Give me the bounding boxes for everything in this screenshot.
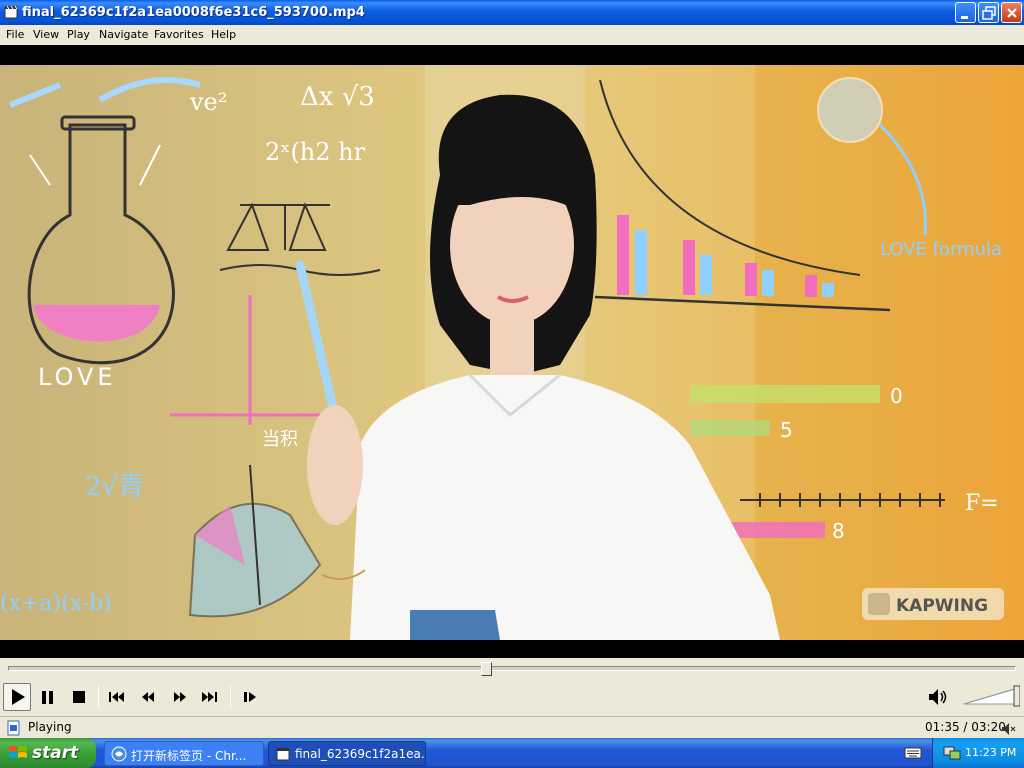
mute-button[interactable] xyxy=(924,683,952,711)
title-bar[interactable]: final_62369c1f2a1ea0008f6e31c6_593700.mp… xyxy=(0,0,1024,25)
pause-icon xyxy=(42,691,53,704)
close-icon xyxy=(1007,8,1017,18)
play-icon xyxy=(12,689,25,705)
close-button[interactable] xyxy=(1001,2,1022,23)
browser-icon xyxy=(111,746,127,762)
seek-bar[interactable] xyxy=(0,658,1024,680)
svg-text:当积: 当积 xyxy=(262,429,298,450)
taskbar-item-label: final_62369c1f2a1ea... xyxy=(295,747,426,761)
control-bar xyxy=(0,680,1024,714)
playback-time: 01:35 / 03:20 xyxy=(925,720,1006,734)
frame-step-icon xyxy=(244,692,256,702)
play-button[interactable] xyxy=(3,683,31,711)
minimize-button[interactable] xyxy=(955,2,976,23)
fast-forward-button[interactable] xyxy=(166,683,194,711)
rewind-icon xyxy=(142,692,154,702)
svg-text:(x+a)(x-b): (x+a)(x-b) xyxy=(0,591,112,616)
scene-text-eight: 8 xyxy=(832,519,845,543)
menu-navigate[interactable]: Navigate xyxy=(99,28,148,41)
restore-icon xyxy=(982,6,996,20)
keyboard-icon[interactable] xyxy=(904,746,922,760)
scene-text-five: 5 xyxy=(780,418,793,442)
status-bar: Playing 01:35 / 03:20 xyxy=(0,716,1024,738)
kapwing-watermark: KAPWING xyxy=(862,588,1004,620)
scene-text-zero: 0 xyxy=(890,384,903,408)
player-window: final_62369c1f2a1ea0008f6e31c6_593700.mp… xyxy=(0,0,1024,738)
seek-track[interactable] xyxy=(8,666,1016,671)
video-frame[interactable]: LOVE ve² 2ˣ(h2 hr Δx √3 当积 2√青 (x+a)(x-b… xyxy=(0,65,1024,640)
start-label: start xyxy=(32,743,79,763)
frame-step-button[interactable] xyxy=(236,683,264,711)
volume-slider[interactable] xyxy=(962,684,1020,708)
taskbar: start 打开新标签页 - Chr... final_62369c1f2a1e… xyxy=(0,738,1024,768)
video-scene: LOVE ve² 2ˣ(h2 hr Δx √3 当积 2√青 (x+a)(x-b… xyxy=(0,65,1004,640)
start-button[interactable]: start xyxy=(0,738,96,768)
pause-button[interactable] xyxy=(34,683,62,711)
scene-formula-2: 2ˣ(h2 hr xyxy=(265,138,366,166)
next-button[interactable] xyxy=(196,683,224,711)
taskbar-item-label: 打开新标签页 - Chr... xyxy=(131,749,247,763)
minimize-icon xyxy=(961,16,968,19)
menu-bar: File View Play Navigate Favorites Help xyxy=(0,25,1024,45)
control-separator xyxy=(230,686,231,708)
rewind-button[interactable] xyxy=(134,683,162,711)
stop-icon xyxy=(73,691,85,703)
skip-previous-icon xyxy=(109,692,124,702)
playback-status: Playing xyxy=(28,720,72,734)
scene-text-love-formula: LOVE formula xyxy=(880,239,1002,260)
menu-help[interactable]: Help xyxy=(211,28,236,41)
menu-play[interactable]: Play xyxy=(67,28,90,41)
app-icon xyxy=(4,5,18,19)
taskbar-item-chrome[interactable]: 打开新标签页 - Chr... xyxy=(104,741,264,766)
menu-file[interactable]: File xyxy=(6,28,24,41)
previous-button[interactable] xyxy=(103,683,131,711)
taskbar-item-player[interactable]: final_62369c1f2a1ea... xyxy=(268,741,426,766)
stop-button[interactable] xyxy=(65,683,93,711)
skip-next-icon xyxy=(202,692,217,702)
window-title: final_62369c1f2a1ea0008f6e31c6_593700.mp… xyxy=(22,5,365,20)
speaker-icon xyxy=(929,689,947,705)
seek-thumb[interactable] xyxy=(480,662,492,676)
svg-text:F=: F= xyxy=(965,491,999,516)
menu-favorites[interactable]: Favorites xyxy=(154,28,204,41)
control-separator xyxy=(98,686,99,708)
scene-formula-1: ve² xyxy=(189,88,227,116)
video-area[interactable]: LOVE ve² 2ˣ(h2 hr Δx √3 当积 2√青 (x+a)(x-b… xyxy=(0,45,1024,658)
scene-formula-3: Δx √3 xyxy=(300,82,375,112)
system-tray: 11:23 PM xyxy=(932,738,1024,768)
media-player-icon xyxy=(276,748,290,761)
flask-drawing xyxy=(27,115,175,365)
scene-text-love: LOVE xyxy=(38,363,117,391)
maximize-button[interactable] xyxy=(978,2,999,23)
windows-logo-icon xyxy=(9,746,27,758)
svg-text:KAPWING: KAPWING xyxy=(896,596,988,616)
fast-forward-icon xyxy=(174,692,186,702)
svg-text:2√青: 2√青 xyxy=(85,472,144,502)
status-speaker-icon[interactable] xyxy=(1000,721,1018,737)
status-file-icon xyxy=(7,720,20,736)
menu-view[interactable]: View xyxy=(33,28,59,41)
network-icon[interactable] xyxy=(943,745,961,761)
clock: 11:23 PM xyxy=(965,746,1017,759)
